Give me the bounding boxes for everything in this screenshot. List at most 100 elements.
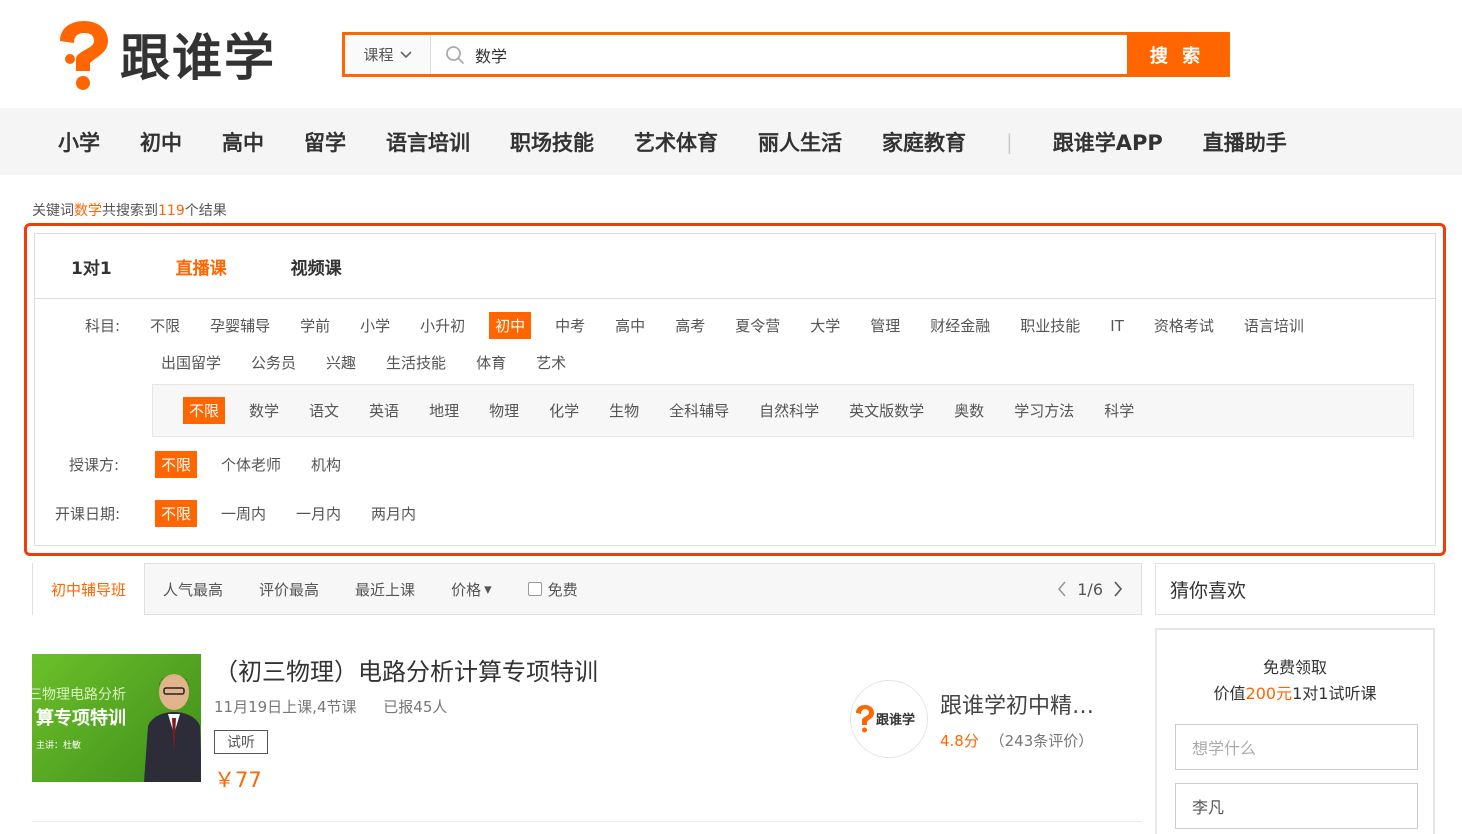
subject-option[interactable]: 体育 [470,349,512,376]
search-category-label: 课程 [363,46,394,64]
subject-option[interactable]: 不限 [144,312,186,339]
subject-option[interactable]: 高中 [609,312,651,339]
sub-subject-option-selected[interactable]: 不限 [183,397,226,424]
subject-option[interactable]: 小学 [354,312,396,339]
search-input[interactable]: 数学 [431,35,1127,74]
nav-item-arts-sports[interactable]: 艺术体育 [614,127,738,157]
date-option[interactable]: 一周内 [215,500,272,527]
sub-subject-option[interactable]: 英语 [363,397,405,424]
nav-item-primary[interactable]: 小学 [38,127,120,157]
sub-subject-option[interactable]: 全科辅导 [663,397,735,424]
subject-option[interactable]: 出国留学 [155,349,227,376]
sub-subject-box: 不限 数学 语文 英语 地理 物理 化学 生物 全科辅导 自然科学 英文版数学 … [152,384,1414,437]
sub-subject-option[interactable]: 地理 [423,397,465,424]
learn-what-input[interactable]: 想学什么 [1175,724,1418,770]
search-icon [446,45,465,64]
sort-recent[interactable]: 最近上课 [337,564,433,614]
sub-subject-option[interactable]: 生物 [603,397,645,424]
nav-item-junior[interactable]: 初中 [120,127,202,157]
subject-option-selected[interactable]: 初中 [489,312,532,339]
course-list-item[interactable]: 三物理电路分析 算专项特训 主讲：杜敏 （初三物理）电路分析计算专项特训 11月… [32,652,1142,822]
teacher-option[interactable]: 机构 [305,451,347,478]
course-enrolled: 已报45人 [383,698,448,716]
subject-option[interactable]: 管理 [864,312,906,339]
org-rating: 4.8分 （243条评价） [940,730,1093,751]
sub-subject-option[interactable]: 自然科学 [753,397,825,424]
sub-subject-option[interactable]: 英文版数学 [843,397,930,424]
subject-option[interactable]: 生活技能 [380,349,452,376]
search-bar: 课程 数学 搜 索 [342,32,1230,77]
caret-down-icon: ▾ [484,580,492,598]
subject-option[interactable]: 财经金融 [924,312,996,339]
chevron-right-icon[interactable] [1113,581,1123,597]
nav-item-senior[interactable]: 高中 [202,127,284,157]
org-avatar[interactable]: 跟谁学 [850,680,928,758]
date-label: 开课日期: [55,505,121,523]
free-filter-checkbox[interactable]: 免费 [510,564,596,614]
sub-subject-option[interactable]: 化学 [543,397,585,424]
filter-panel: 1对1 直播课 视频课 科目: 不限 孕婴辅导 学前 小学 小升初 初中 中考 … [34,233,1436,546]
search-button[interactable]: 搜 索 [1127,35,1227,74]
nav-item-family[interactable]: 家庭教育 [862,127,986,157]
subject-option[interactable]: 小升初 [414,312,471,339]
sub-subject-option[interactable]: 科学 [1098,397,1140,424]
nav-item-abroad[interactable]: 留学 [284,127,366,157]
chevron-left-icon[interactable] [1057,581,1067,597]
nav-item-live-assistant[interactable]: 直播助手 [1183,127,1307,157]
sub-subject-option[interactable]: 物理 [483,397,525,424]
nav-divider: | [1006,129,1013,154]
thumb-line-3: 主讲：杜敏 [36,741,82,751]
sub-subject-option[interactable]: 语文 [303,397,345,424]
sort-price[interactable]: 价格 ▾ [433,564,510,614]
nav-item-app[interactable]: 跟谁学APP [1033,127,1183,157]
tab-live-course[interactable]: 直播课 [176,254,227,279]
result-mid: 共搜索到 [102,203,158,219]
free-trial-form: 免费领取 价值200元1对1试听课 想学什么 李凡 [1155,628,1435,834]
sort-tab-category[interactable]: 初中辅导班 [33,563,146,615]
subject-option[interactable]: 学前 [294,312,336,339]
date-option[interactable]: 一月内 [290,500,347,527]
subject-option[interactable]: 资格考试 [1148,312,1220,339]
org-name[interactable]: 跟谁学初中精… [940,688,1094,720]
teacher-option-selected[interactable]: 不限 [155,451,198,478]
sub-subject-option[interactable]: 奥数 [948,397,990,424]
sort-popular[interactable]: 人气最高 [145,564,241,614]
search-query-text: 数学 [475,46,508,66]
name-input[interactable]: 李凡 [1175,783,1418,829]
rating-score: 4.8分 [940,732,979,750]
result-prefix: 关键词 [32,203,74,219]
subject-option[interactable]: 大学 [804,312,846,339]
promo-prefix: 价值 [1213,684,1246,703]
subject-option[interactable]: 艺术 [530,349,572,376]
subject-option[interactable]: 语言培训 [1238,312,1310,339]
review-count: （243条评价） [989,732,1094,750]
site-logo[interactable]: 跟谁学 [54,18,276,90]
sub-subject-option[interactable]: 学习方法 [1008,397,1080,424]
sort-bar: 初中辅导班 人气最高 评价最高 最近上课 价格 ▾ 免费 1/6 [32,563,1142,615]
nav-item-career[interactable]: 职场技能 [490,127,614,157]
tab-one-on-one[interactable]: 1对1 [71,254,112,279]
course-title[interactable]: （初三物理）电路分析计算专项特训 [214,652,598,687]
org-logo-icon: 跟谁学 [856,705,915,733]
subject-option[interactable]: IT [1104,314,1130,338]
search-category-select[interactable]: 课程 [345,35,431,74]
tab-video-course[interactable]: 视频课 [291,254,342,279]
subject-option[interactable]: 公务员 [245,349,302,376]
date-option-selected[interactable]: 不限 [155,500,198,527]
subject-option[interactable]: 兴趣 [320,349,362,376]
date-option[interactable]: 两月内 [365,500,422,527]
subject-option[interactable]: 中考 [549,312,591,339]
nav-item-beauty[interactable]: 丽人生活 [738,127,862,157]
teacher-photo [144,674,201,782]
subject-option[interactable]: 孕婴辅导 [204,312,276,339]
subject-option[interactable]: 高考 [669,312,711,339]
sub-subject-option[interactable]: 数学 [243,397,285,424]
subject-option[interactable]: 职业技能 [1014,312,1086,339]
sort-rating[interactable]: 评价最高 [241,564,337,614]
course-thumbnail[interactable]: 三物理电路分析 算专项特训 主讲：杜敏 [32,654,201,782]
filter-highlight-frame: 1对1 直播课 视频课 科目: 不限 孕婴辅导 学前 小学 小升初 初中 中考 … [24,223,1446,556]
nav-item-language[interactable]: 语言培训 [366,127,490,157]
subject-option[interactable]: 夏令营 [729,312,786,339]
teacher-option[interactable]: 个体老师 [215,451,287,478]
promo-line-1: 免费领取 [1262,658,1327,677]
